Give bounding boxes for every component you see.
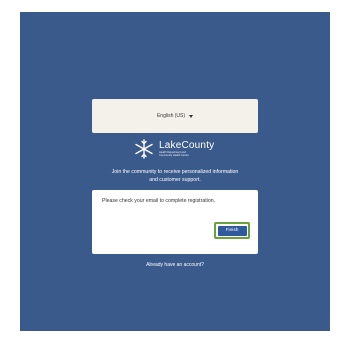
confirmation-card: Please check your email to complete regi… (92, 190, 258, 254)
lake-county-logo: LakeCounty Health Department and Communi… (133, 136, 223, 162)
language-selector[interactable]: English (US) (92, 99, 258, 133)
finish-button[interactable]: Finish (217, 225, 247, 236)
intro-line2: and customer support. (149, 177, 201, 183)
intro-text: Join the community to receive personaliz… (60, 168, 290, 184)
logo-name: LakeCounty (159, 139, 215, 151)
caret-down-icon (189, 114, 194, 118)
confirmation-message: Please check your email to complete regi… (102, 198, 216, 204)
signin-link[interactable]: Already have an account? (20, 262, 330, 268)
registration-page: English (US) LakeCounty Health Departmen… (20, 12, 330, 331)
intro-line1: Join the community to receive personaliz… (111, 169, 239, 175)
finish-button-highlight: Finish (214, 222, 250, 239)
language-selected: English (US) (156, 113, 186, 119)
snowflake-logo-icon (135, 139, 153, 159)
logo-subtitle-line2: Community Health Center (159, 154, 189, 157)
